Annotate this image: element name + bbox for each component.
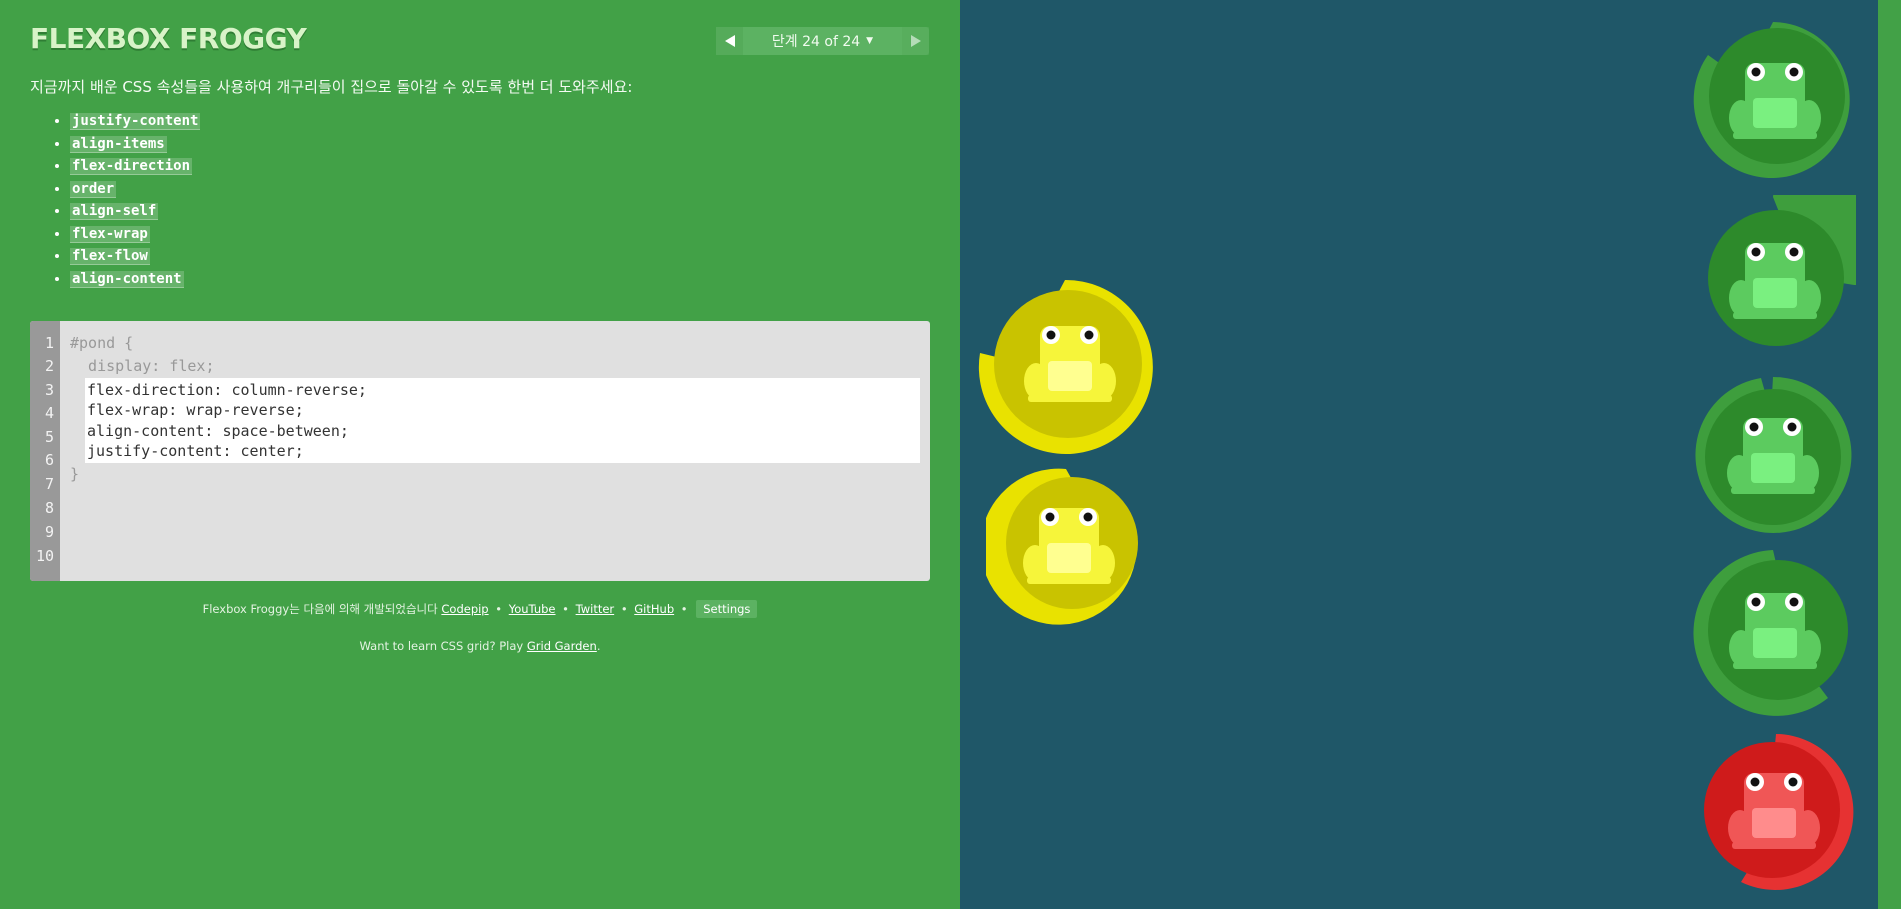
- property-code: flex-direction: [70, 158, 193, 175]
- property-item: align-items: [70, 133, 200, 156]
- property-item: flex-wrap: [70, 223, 200, 246]
- grid-garden-link[interactable]: Grid Garden: [527, 639, 597, 653]
- lilypad-icon: [1708, 195, 1856, 346]
- line-number: 4: [44, 404, 54, 422]
- frog-icon: [978, 279, 1153, 454]
- property-code: justify-content: [70, 113, 201, 130]
- sidebar: FLEXBOX FROGGY 단계 24 of 24 ▼ 지금까지 배운 CSS…: [0, 0, 960, 909]
- property-code: align-items: [70, 135, 167, 153]
- line-number: 10: [35, 547, 54, 565]
- next-level-button[interactable]: [902, 27, 929, 55]
- separator: •: [562, 602, 569, 616]
- lilypad-icon: [1693, 550, 1848, 716]
- right-edge-strip: [1878, 0, 1901, 909]
- instructions: 지금까지 배운 CSS 속성들을 사용하여 개구리들이 집으로 돌아갈 수 있도…: [30, 78, 633, 96]
- app-title: FLEXBOX FROGGY: [30, 22, 307, 55]
- codepip-link[interactable]: Codepip: [441, 602, 488, 616]
- previous-level-button[interactable]: [716, 27, 743, 55]
- line-number: 9: [44, 523, 54, 541]
- separator: •: [680, 602, 688, 616]
- github-link[interactable]: GitHub: [634, 602, 674, 616]
- level-navigation: 단계 24 of 24 ▼: [716, 27, 929, 55]
- code-line-display: display: flex;: [70, 357, 215, 375]
- line-number-gutter: 1 2 3 4 5 6 7 8 9 10: [30, 321, 60, 581]
- property-item: order: [70, 178, 200, 201]
- code-editor: 1 2 3 4 5 6 7 8 9 10 #pond { display: fl…: [30, 321, 930, 581]
- frog-icon: [986, 468, 1138, 625]
- lilypad-icon: [1704, 734, 1854, 890]
- css-code-input[interactable]: [85, 378, 920, 463]
- line-number: 3: [44, 381, 54, 399]
- property-item: align-self: [70, 200, 200, 223]
- property-item: align-content: [70, 268, 200, 291]
- line-number: 6: [44, 451, 54, 469]
- code-line-pond-close: }: [70, 465, 80, 483]
- youtube-link[interactable]: YouTube: [509, 602, 556, 616]
- twitter-link[interactable]: Twitter: [576, 602, 615, 616]
- credits-text: Flexbox Froggy는 다음에 의해 개발되었습니다: [202, 602, 438, 616]
- line-number: 1: [44, 334, 54, 352]
- separator: •: [620, 602, 628, 616]
- triangle-left-icon: [724, 35, 735, 47]
- caret-down-icon: ▼: [866, 36, 874, 46]
- line-number: 7: [44, 475, 54, 493]
- lilypad-icon: [1695, 376, 1852, 533]
- level-indicator-text: 단계 24 of 24: [771, 34, 861, 50]
- separator: •: [495, 602, 503, 616]
- property-code: order: [70, 180, 117, 198]
- lilypad-icon: [1693, 22, 1850, 178]
- pond-view: [960, 0, 1878, 909]
- triangle-right-icon: [910, 35, 921, 47]
- grid-garden-promo: Want to learn CSS grid? Play Grid Garden…: [0, 639, 960, 653]
- property-item: justify-content: [70, 110, 201, 133]
- property-code: align-self: [70, 203, 159, 220]
- property-code: flex-flow: [70, 248, 150, 265]
- property-item: flex-flow: [70, 245, 200, 268]
- level-indicator[interactable]: 단계 24 of 24 ▼: [743, 27, 902, 55]
- code-line-pond-open: #pond {: [70, 334, 134, 352]
- property-list: justify-content align-items flex-directi…: [52, 110, 201, 291]
- line-number: 8: [44, 499, 54, 517]
- property-code: flex-wrap: [70, 225, 150, 243]
- line-number: 5: [44, 428, 54, 446]
- settings-button[interactable]: Settings: [696, 600, 758, 618]
- promo-text: Want to learn CSS grid? Play: [359, 639, 527, 653]
- line-number: 2: [44, 357, 54, 375]
- property-item: flex-direction: [70, 155, 200, 178]
- credits: Flexbox Froggy는 다음에 의해 개발되었습니다 Codepip •…: [0, 600, 960, 618]
- property-code: align-content: [70, 270, 184, 288]
- promo-suffix: .: [596, 639, 601, 653]
